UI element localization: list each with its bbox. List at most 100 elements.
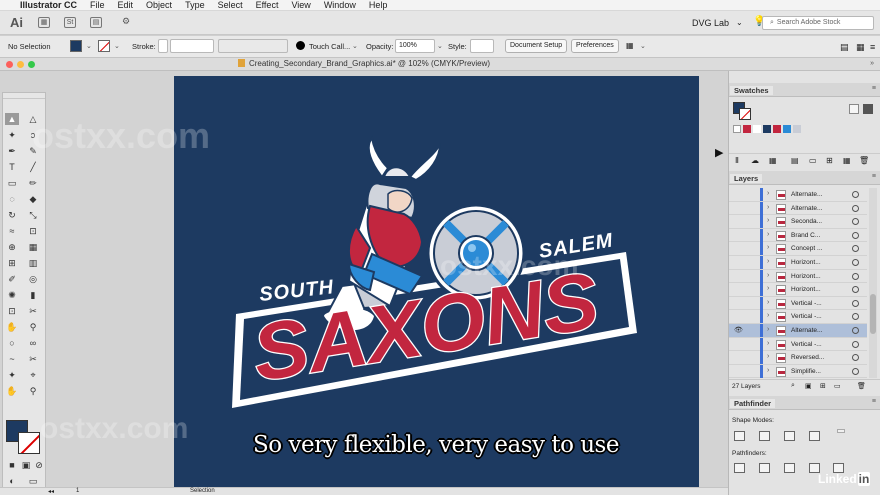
menu-select[interactable]: Select xyxy=(218,0,243,10)
gradient-mode-icon[interactable]: ▣ xyxy=(19,459,33,471)
pathfinder-panel-tab[interactable]: Pathfinder ≡ xyxy=(729,396,880,410)
expand-layer-icon[interactable]: › xyxy=(767,340,769,347)
perspective-grid-tool-icon[interactable]: ▦ xyxy=(26,241,40,253)
scale-tool-icon[interactable]: ⤡ xyxy=(26,209,40,221)
layer-row[interactable]: › Reversed... xyxy=(729,351,867,365)
layer-row[interactable]: › Horizont... xyxy=(729,269,867,284)
layer-name[interactable]: Vertical -... xyxy=(791,300,822,307)
target-circle-icon[interactable] xyxy=(852,245,859,253)
pencil-tool-icon[interactable]: ~ xyxy=(5,353,19,365)
panel-menu-icon[interactable]: ≡ xyxy=(870,42,875,52)
swatch-navy[interactable] xyxy=(763,125,771,133)
slice-tool-icon[interactable]: ✂ xyxy=(26,305,40,317)
swatch-grid-icon[interactable]: ▦ xyxy=(843,156,851,165)
brush-definition[interactable]: Touch Call... xyxy=(309,42,350,51)
preferences-button[interactable]: Preferences xyxy=(571,39,619,53)
minimize-window-icon[interactable] xyxy=(17,61,24,68)
eraser-tool-icon[interactable]: ◆ xyxy=(26,193,40,205)
expand-layer-icon[interactable]: › xyxy=(767,285,769,292)
layer-name[interactable]: Simplifie... xyxy=(791,368,821,375)
target-circle-icon[interactable] xyxy=(852,259,859,266)
layer-row[interactable]: › Vertical -... xyxy=(729,310,867,324)
layer-row[interactable]: › Brand C... xyxy=(729,228,867,243)
align-icon[interactable]: ▤ xyxy=(840,42,849,53)
new-sublayer-icon[interactable]: ⊞ xyxy=(820,382,826,390)
workspace-switcher[interactable]: DVG Lab xyxy=(692,18,729,28)
artboard-number[interactable]: 1 xyxy=(76,488,79,494)
type-tool-icon[interactable]: T xyxy=(5,161,19,173)
chevron-down-icon[interactable]: ⌄ xyxy=(114,42,120,50)
swatch-none[interactable] xyxy=(733,125,741,133)
new-color-group-icon[interactable]: ▭ xyxy=(809,156,817,165)
adobe-stock-search[interactable]: ⌕ Search Adobe Stock xyxy=(762,16,874,30)
menu-help[interactable]: Help xyxy=(369,0,388,10)
target-circle-icon[interactable] xyxy=(852,299,859,307)
expand-layer-icon[interactable]: › xyxy=(767,244,769,251)
thumbnail-view-icon[interactable] xyxy=(863,104,873,114)
layer-row[interactable]: 👁 › Alternate... xyxy=(729,324,867,338)
target-circle-icon[interactable] xyxy=(852,286,859,294)
layer-name[interactable]: Alternate... xyxy=(791,191,822,198)
artboard-tool-icon[interactable]: ⊡ xyxy=(5,305,19,317)
swatch-registration[interactable] xyxy=(743,125,751,133)
mesh-tool-icon[interactable]: ⊞ xyxy=(5,257,19,269)
stroke-stepper[interactable] xyxy=(158,39,168,53)
menu-object[interactable]: Object xyxy=(146,0,172,10)
fill-swatch[interactable] xyxy=(70,40,82,52)
knife-tool-icon[interactable]: ⌖ xyxy=(26,369,40,381)
panel-menu-icon[interactable]: ≡ xyxy=(872,85,876,92)
document-setup-button[interactable]: Document Setup xyxy=(505,39,568,53)
layer-row[interactable]: › Alternate... xyxy=(729,188,867,202)
chevron-down-icon[interactable]: ⌄ xyxy=(437,42,443,50)
expand-layer-icon[interactable]: › xyxy=(767,204,769,211)
stock-icon[interactable]: St xyxy=(64,17,76,28)
expand-layer-icon[interactable]: › xyxy=(767,217,769,224)
layer-name[interactable]: Horizont... xyxy=(791,286,821,293)
layer-row[interactable]: › Vertical -... xyxy=(729,296,867,311)
gradient-tool-icon[interactable]: ▥ xyxy=(26,257,40,269)
column-graph-tool-icon[interactable]: ▮ xyxy=(26,289,40,301)
layer-name[interactable]: Alternate... xyxy=(791,205,822,212)
locate-object-icon[interactable]: ⌕ xyxy=(791,382,795,390)
color-mode-icon[interactable]: ■ xyxy=(5,459,19,471)
layer-name[interactable]: Alternate... xyxy=(791,327,822,334)
trash-icon[interactable]: 🗑 xyxy=(859,156,869,165)
cc-libraries-icon[interactable]: ☁ xyxy=(751,156,759,165)
menu-window[interactable]: Window xyxy=(324,0,356,10)
swatch-stroke-preview[interactable] xyxy=(739,108,751,120)
close-window-icon[interactable] xyxy=(6,61,13,68)
layers-scrollbar[interactable] xyxy=(869,188,877,378)
stroke-swatch[interactable] xyxy=(98,40,110,52)
visibility-eye-icon[interactable]: 👁 xyxy=(734,326,743,334)
menu-view[interactable]: View xyxy=(291,0,310,10)
screen-mode-icon[interactable]: ▭ xyxy=(26,475,40,487)
target-circle-icon[interactable] xyxy=(852,313,859,321)
target-circle-icon[interactable] xyxy=(852,272,859,280)
shaper-tool-icon[interactable]: ◌ xyxy=(5,193,19,205)
target-circle-icon[interactable] xyxy=(852,218,859,226)
target-circle-icon[interactable] xyxy=(852,231,859,239)
swatch-blue[interactable] xyxy=(783,125,791,133)
layer-name[interactable]: Concept ... xyxy=(791,245,822,252)
expand-layer-icon[interactable]: › xyxy=(767,367,769,374)
delete-layer-icon[interactable]: 🗑 xyxy=(857,382,866,390)
chevron-down-icon[interactable]: ⌄ xyxy=(86,42,92,50)
panel-menu-icon[interactable]: ≡ xyxy=(872,398,876,405)
trim-icon[interactable] xyxy=(759,463,770,473)
blend-tool-icon[interactable]: ◎ xyxy=(26,273,40,285)
menu-effect[interactable]: Effect xyxy=(256,0,279,10)
drawing-mode-icon[interactable]: ◐ xyxy=(5,475,19,487)
free-transform-tool-icon[interactable]: ⊡ xyxy=(26,225,40,237)
target-circle-icon[interactable] xyxy=(852,327,859,334)
layer-name[interactable]: Brand C... xyxy=(791,232,820,239)
stroke-weight-field[interactable] xyxy=(170,39,214,53)
target-circle-icon[interactable] xyxy=(852,367,859,375)
expand-layer-icon[interactable]: › xyxy=(767,231,769,238)
layers-scroll-thumb[interactable] xyxy=(870,294,876,334)
expand-layer-icon[interactable]: › xyxy=(767,353,769,360)
layer-name[interactable]: Vertical -... xyxy=(791,341,822,348)
panel-menu-icon[interactable]: ≡ xyxy=(872,173,876,180)
paintbrush-tool-icon[interactable]: ✏ xyxy=(26,177,40,189)
layer-row[interactable]: › Horizont... xyxy=(729,283,867,297)
arrange-documents-icon[interactable]: ▤ xyxy=(90,17,102,28)
